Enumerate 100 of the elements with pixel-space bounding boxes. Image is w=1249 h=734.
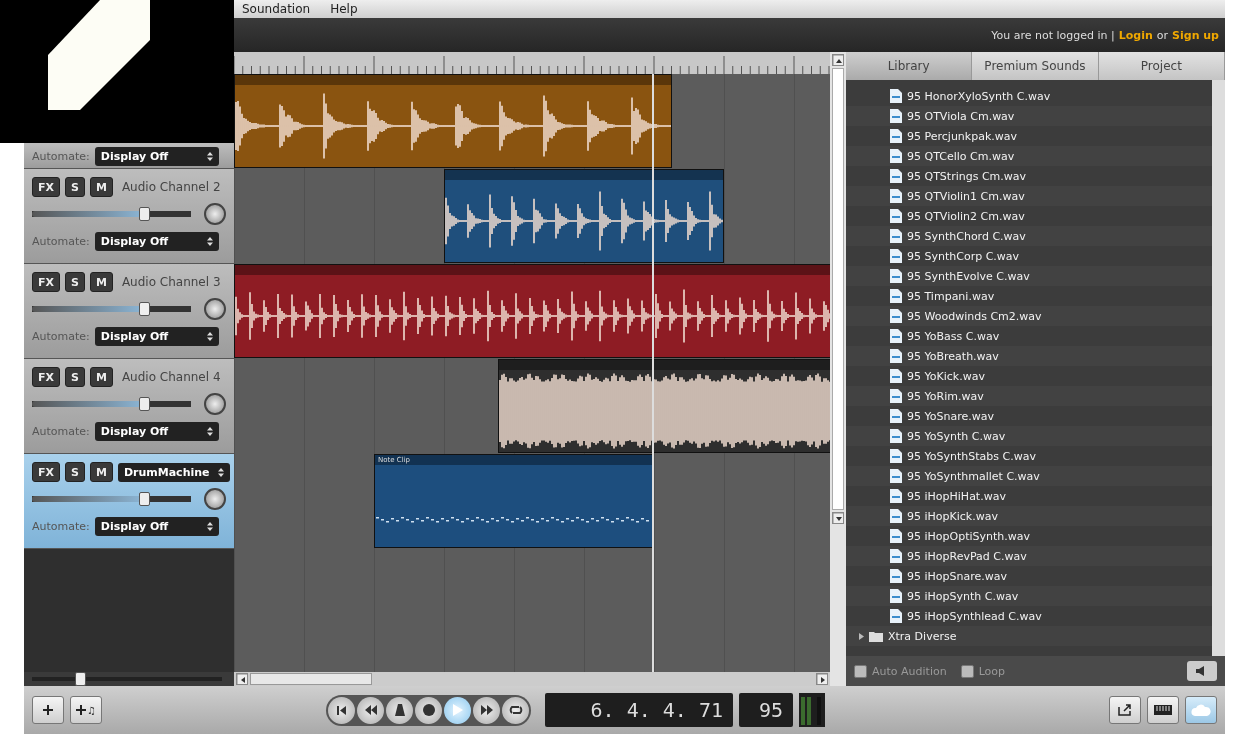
folder-item[interactable]: Xtra Diverse (846, 626, 1212, 646)
automate-select[interactable]: Display Off (94, 516, 219, 536)
scroll-left-icon[interactable] (236, 673, 248, 685)
solo-button[interactable]: S (65, 367, 85, 387)
menu-item[interactable]: Help (330, 2, 358, 16)
file-item[interactable]: 95 iHopKick.wav (846, 506, 1212, 526)
solo-button[interactable]: S (65, 272, 85, 292)
file-item[interactable]: 95 iHopSynthlead C.wav (846, 606, 1212, 626)
metronome-icon (394, 704, 405, 716)
login-link[interactable]: Login (1118, 28, 1153, 42)
mute-button[interactable]: M (89, 462, 113, 482)
file-item[interactable]: 95 QTViolin1 Cm.wav (846, 186, 1212, 206)
fx-button[interactable]: FX (32, 367, 60, 387)
file-item[interactable]: 95 SynthCorp C.wav (846, 246, 1212, 266)
file-item[interactable]: 95 QTViolin2 Cm.wav (846, 206, 1212, 226)
file-item[interactable]: 95 iHopHiHat.wav (846, 486, 1212, 506)
audio-file-icon (890, 169, 902, 183)
file-item[interactable]: 95 iHopSnare.wav (846, 566, 1212, 586)
file-item[interactable]: 95 HonorXyloSynth C.wav (846, 86, 1212, 106)
file-item[interactable]: 95 OTViola Cm.wav (846, 106, 1212, 126)
volume-thumb[interactable] (138, 397, 150, 411)
keyboard-button[interactable] (1147, 696, 1179, 724)
channel-strip[interactable]: FX S M Audio Channel 4 Automate: Display Off (24, 359, 234, 454)
tempo-display[interactable]: 95 (739, 693, 793, 727)
file-item[interactable]: 95 Woodwinds Cm2.wav (846, 306, 1212, 326)
pan-knob[interactable] (204, 298, 226, 320)
file-item[interactable]: 95 YoSnare.wav (846, 406, 1212, 426)
channel-name: Audio Channel 4 (121, 370, 221, 384)
transport-button[interactable] (473, 696, 500, 724)
file-item[interactable]: 95 QTCello Cm.wav (846, 146, 1212, 166)
scroll-thumb[interactable] (832, 68, 844, 510)
channel-strip[interactable]: FX S M DrumMachine Automate: Display Off (24, 454, 234, 549)
automate-select[interactable]: Display Off (94, 421, 219, 441)
pan-knob[interactable] (204, 203, 226, 225)
play-icon (452, 704, 463, 716)
file-item[interactable]: 95 YoSynthmallet C.wav (846, 466, 1212, 486)
library-tab[interactable]: Premium Sounds (972, 52, 1099, 80)
cloud-button[interactable] (1185, 696, 1217, 724)
file-item[interactable]: 95 SynthEvolve C.wav (846, 266, 1212, 286)
file-item[interactable]: 95 YoRim.wav (846, 386, 1212, 406)
transport-button[interactable] (328, 696, 355, 724)
add-track-button[interactable] (32, 696, 64, 724)
library-tab[interactable]: Library (846, 52, 973, 80)
file-item[interactable]: 95 YoSynthStabs C.wav (846, 446, 1212, 466)
transport-button[interactable] (415, 696, 442, 724)
mute-button[interactable]: M (89, 367, 113, 387)
audio-file-icon (890, 189, 902, 203)
file-item[interactable]: 95 SynthChord C.wav (846, 226, 1212, 246)
fx-button[interactable]: FX (32, 462, 60, 482)
zoom-thumb[interactable] (74, 672, 86, 686)
channel-strip[interactable]: FX S M Audio Channel 2 Automate: Display Off (24, 169, 234, 264)
scroll-down-icon[interactable] (832, 512, 844, 524)
mute-button[interactable]: M (89, 177, 113, 197)
scroll-right-icon[interactable] (816, 673, 828, 685)
solo-button[interactable]: S (65, 177, 85, 197)
mute-button[interactable]: M (89, 272, 113, 292)
automate-label: Automate: (32, 149, 90, 163)
file-item[interactable]: 95 iHopOptiSynth.wav (846, 526, 1212, 546)
automate-select[interactable]: Display Off (94, 326, 219, 346)
file-item[interactable]: 95 YoBass C.wav (846, 326, 1212, 346)
transport-button[interactable] (502, 696, 529, 724)
file-item[interactable]: 95 YoBreath.wav (846, 346, 1212, 366)
audio-file-icon (890, 609, 902, 623)
pan-knob[interactable] (204, 488, 226, 510)
fx-button[interactable]: FX (32, 272, 60, 292)
audio-file-icon (890, 269, 902, 283)
file-item[interactable]: 95 iHopRevPad C.wav (846, 546, 1212, 566)
file-item[interactable]: 95 Percjunkpak.wav (846, 126, 1212, 146)
speaker-button[interactable] (1187, 661, 1217, 681)
solo-button[interactable]: S (65, 462, 85, 482)
volume-thumb[interactable] (138, 492, 150, 506)
file-item[interactable]: 95 QTStrings Cm.wav (846, 166, 1212, 186)
file-item[interactable]: 95 YoKick.wav (846, 366, 1212, 386)
fx-button[interactable]: FX (32, 177, 60, 197)
automate-select[interactable]: Display Off (94, 146, 219, 166)
scroll-thumb[interactable] (250, 673, 372, 685)
instrument-select[interactable]: DrumMachine (117, 462, 230, 482)
file-item[interactable]: 95 YoSynth C.wav (846, 426, 1212, 446)
automate-select[interactable]: Display Off (94, 231, 219, 251)
transport-button[interactable] (444, 696, 471, 724)
scroll-track[interactable] (1212, 80, 1225, 656)
channel-strip[interactable]: Automate: Display Off (24, 143, 234, 169)
add-instrument-button[interactable]: ♫ (70, 696, 102, 724)
transport-button[interactable] (386, 696, 413, 724)
library-tab[interactable]: Project (1098, 52, 1225, 80)
export-button[interactable] (1109, 696, 1141, 724)
volume-thumb[interactable] (138, 302, 150, 316)
channel-strip[interactable]: FX S M Audio Channel 3 Automate: Display Off (24, 264, 234, 359)
signup-link[interactable]: Sign up (1172, 28, 1219, 42)
expand-icon[interactable] (858, 632, 864, 640)
transport-button[interactable] (357, 696, 384, 724)
scroll-up-icon[interactable] (832, 54, 844, 66)
checkbox[interactable] (960, 664, 974, 678)
checkbox[interactable] (854, 664, 867, 678)
audio-file-icon (890, 209, 902, 223)
file-item[interactable]: 95 iHopSynth C.wav (846, 586, 1212, 606)
file-item[interactable]: 95 Timpani.wav (846, 286, 1212, 306)
volume-thumb[interactable] (138, 207, 150, 221)
pan-knob[interactable] (204, 393, 226, 415)
menu-item[interactable]: Soundation (242, 2, 311, 16)
